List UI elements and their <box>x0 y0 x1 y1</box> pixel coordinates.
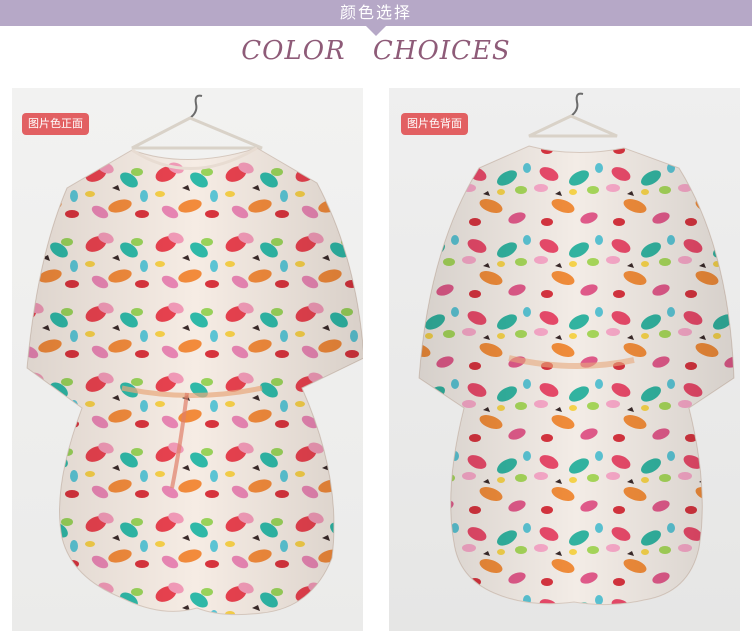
front-view-badge: 图片色正面 <box>22 113 89 135</box>
banner-pointer <box>366 26 386 36</box>
section-heading-en: COLOR CHOICES <box>241 36 511 66</box>
product-photo-front: 图片色正面 <box>12 88 363 631</box>
garment-front-image <box>26 94 363 616</box>
section-title-cn: 颜色选择 <box>339 3 412 22</box>
back-view-badge: 图片色背面 <box>401 113 468 135</box>
garment-back-image <box>418 92 735 606</box>
product-photo-back: 图片色背面 <box>389 88 740 631</box>
